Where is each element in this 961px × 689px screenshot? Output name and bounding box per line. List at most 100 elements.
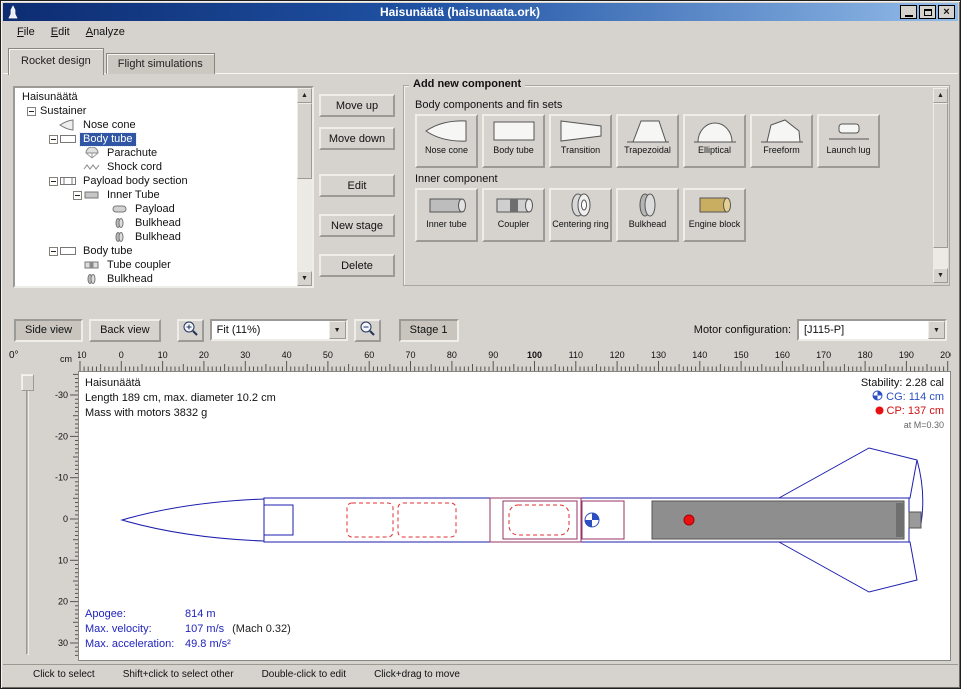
slider-track[interactable] — [26, 374, 29, 655]
svg-text:10: 10 — [158, 350, 168, 360]
tree-item-label: Inner Tube — [104, 189, 163, 202]
bulkhead-icon — [111, 231, 129, 243]
tree-item-body-tube[interactable]: Body tube — [15, 244, 297, 258]
tree-item-tube-coupler[interactable]: Tube coupler — [15, 258, 297, 272]
tree-item-label: Tube coupler — [104, 259, 174, 272]
menu-file[interactable]: File — [9, 23, 43, 41]
zoom-select[interactable]: Fit (11%) ▼ — [210, 319, 348, 341]
add-transition-button[interactable]: Transition — [549, 114, 612, 168]
scroll-down-icon[interactable]: ▼ — [933, 268, 948, 283]
svg-text:50: 50 — [323, 350, 333, 360]
palette-button-label: Engine block — [689, 219, 741, 229]
new-stage-button[interactable]: New stage — [319, 214, 395, 237]
add-launch-lug-button[interactable]: Launch lug — [817, 114, 880, 168]
titlebar[interactable]: Haisunäätä (haisunaata.ork) × — [3, 3, 958, 21]
cg-row: CG: 114 cm — [861, 390, 944, 404]
shock-cord-outline — [398, 503, 456, 537]
tree-item-sustainer[interactable]: Sustainer — [15, 104, 297, 118]
add-nose-cone-button[interactable]: Nose cone — [415, 114, 478, 168]
collapse-toggle-icon[interactable] — [49, 177, 58, 186]
apogee-label: Apogee: — [85, 607, 185, 622]
section-icon — [59, 175, 77, 187]
add-bulkhead-button[interactable]: Bulkhead — [616, 188, 679, 242]
add-elliptical-button[interactable]: Elliptical — [683, 114, 746, 168]
add-centering-ring-button[interactable]: Centering ring — [549, 188, 612, 242]
add-body-tube-button[interactable]: Body tube — [482, 114, 545, 168]
bulkhead-icon — [83, 273, 101, 285]
tree-connector — [47, 245, 59, 257]
chevron-down-icon[interactable]: ▼ — [928, 321, 945, 339]
move-up-button[interactable]: Move up — [319, 94, 395, 117]
tree-item-bulkhead[interactable]: Bulkhead — [15, 216, 297, 230]
delete-button[interactable]: Delete — [319, 254, 395, 277]
menubar: FileEditAnalyze — [3, 21, 958, 43]
tree-item-parachute[interactable]: Parachute — [15, 146, 297, 160]
svg-text:60: 60 — [364, 350, 374, 360]
svg-text:-20: -20 — [55, 431, 68, 441]
scroll-down-icon[interactable]: ▼ — [297, 271, 312, 286]
add-engine-block-button[interactable]: Engine block — [683, 188, 746, 242]
chevron-down-icon[interactable]: ▼ — [329, 321, 346, 339]
rocket-canvas[interactable]: Haisunäätä Length 189 cm, max. diameter … — [78, 371, 951, 661]
slider-thumb[interactable] — [21, 374, 34, 391]
scroll-up-icon[interactable]: ▲ — [297, 88, 312, 103]
tree-connector — [47, 175, 59, 187]
tree-scrollbar[interactable]: ▲ ▼ — [297, 88, 312, 286]
edit-button[interactable]: Edit — [319, 174, 395, 197]
tree-item-label: Payload body section — [80, 175, 191, 188]
stage-1-toggle[interactable]: Stage 1 — [399, 319, 459, 342]
svg-text:20: 20 — [199, 350, 209, 360]
close-button[interactable]: × — [938, 5, 955, 19]
svg-text:170: 170 — [816, 350, 831, 360]
component-palette: Body components and fin setsNose coneBod… — [413, 94, 928, 284]
tree-item-label: Shock cord — [104, 161, 165, 174]
palette-row: Inner tubeCouplerCentering ringBulkhead E… — [415, 188, 928, 242]
add-trapezoidal-button[interactable]: Trapezoidal — [616, 114, 679, 168]
menu-analyze[interactable]: Analyze — [78, 23, 133, 41]
component-tree[interactable]: HaisunäätäSustainerNose coneBody tubePar… — [15, 88, 297, 286]
tree-item-shock-cord[interactable]: Shock cord — [15, 160, 297, 174]
scrollbar-track[interactable] — [933, 103, 948, 268]
tree-item-payload-body-section[interactable]: Payload body section — [15, 174, 297, 188]
tree-item-inner-tube[interactable]: Inner Tube — [15, 188, 297, 202]
add-freeform-button[interactable]: Freeform — [750, 114, 813, 168]
launchlug-icon — [826, 117, 872, 145]
scrollbar-track[interactable] — [297, 103, 312, 271]
tree-connector — [71, 273, 83, 285]
collapse-toggle-icon[interactable] — [49, 135, 58, 144]
tab-rocket-design[interactable]: Rocket design — [8, 48, 104, 75]
zoom-value: Fit (11%) — [212, 324, 329, 336]
minimize-button[interactable] — [900, 5, 917, 19]
scrollbar-thumb[interactable] — [297, 103, 312, 179]
maximize-button[interactable] — [919, 5, 936, 19]
rotation-slider[interactable] — [20, 372, 35, 657]
tree-item-payload[interactable]: Payload — [15, 202, 297, 216]
tree-item-label: Bulkhead — [132, 217, 184, 230]
move-down-button[interactable]: Move down — [319, 127, 395, 150]
max-velocity-value: 107 m/s — [185, 623, 224, 635]
add-coupler-button[interactable]: Coupler — [482, 188, 545, 242]
tab-flight-simulations[interactable]: Flight simulations — [106, 53, 215, 74]
zoom-in-button[interactable] — [177, 319, 204, 342]
innertube-icon — [424, 191, 470, 219]
innertube-icon — [83, 189, 101, 201]
tree-item-bulkhead[interactable]: Bulkhead — [15, 230, 297, 244]
back-view-button[interactable]: Back view — [89, 319, 161, 342]
tree-item-haisun-t[interactable]: Haisunäätä — [15, 90, 297, 104]
nosecone-icon — [59, 119, 77, 131]
tree-item-nose-cone[interactable]: Nose cone — [15, 118, 297, 132]
bodytube-icon — [59, 245, 77, 257]
collapse-toggle-icon[interactable] — [27, 107, 36, 116]
zoom-out-button[interactable] — [354, 319, 381, 342]
menu-edit[interactable]: Edit — [43, 23, 78, 41]
tree-item-bulkhead[interactable]: Bulkhead — [15, 272, 297, 286]
add-inner-tube-button[interactable]: Inner tube — [415, 188, 478, 242]
scroll-up-icon[interactable]: ▲ — [933, 88, 948, 103]
collapse-toggle-icon[interactable] — [49, 247, 58, 256]
scrollbar-thumb[interactable] — [933, 103, 948, 248]
side-view-button[interactable]: Side view — [14, 319, 83, 342]
collapse-toggle-icon[interactable] — [73, 191, 82, 200]
tree-item-body-tube[interactable]: Body tube — [15, 132, 297, 146]
palette-scrollbar[interactable]: ▲ ▼ — [933, 88, 948, 283]
motor-configuration-select[interactable]: [J115-P] ▼ — [797, 319, 947, 341]
